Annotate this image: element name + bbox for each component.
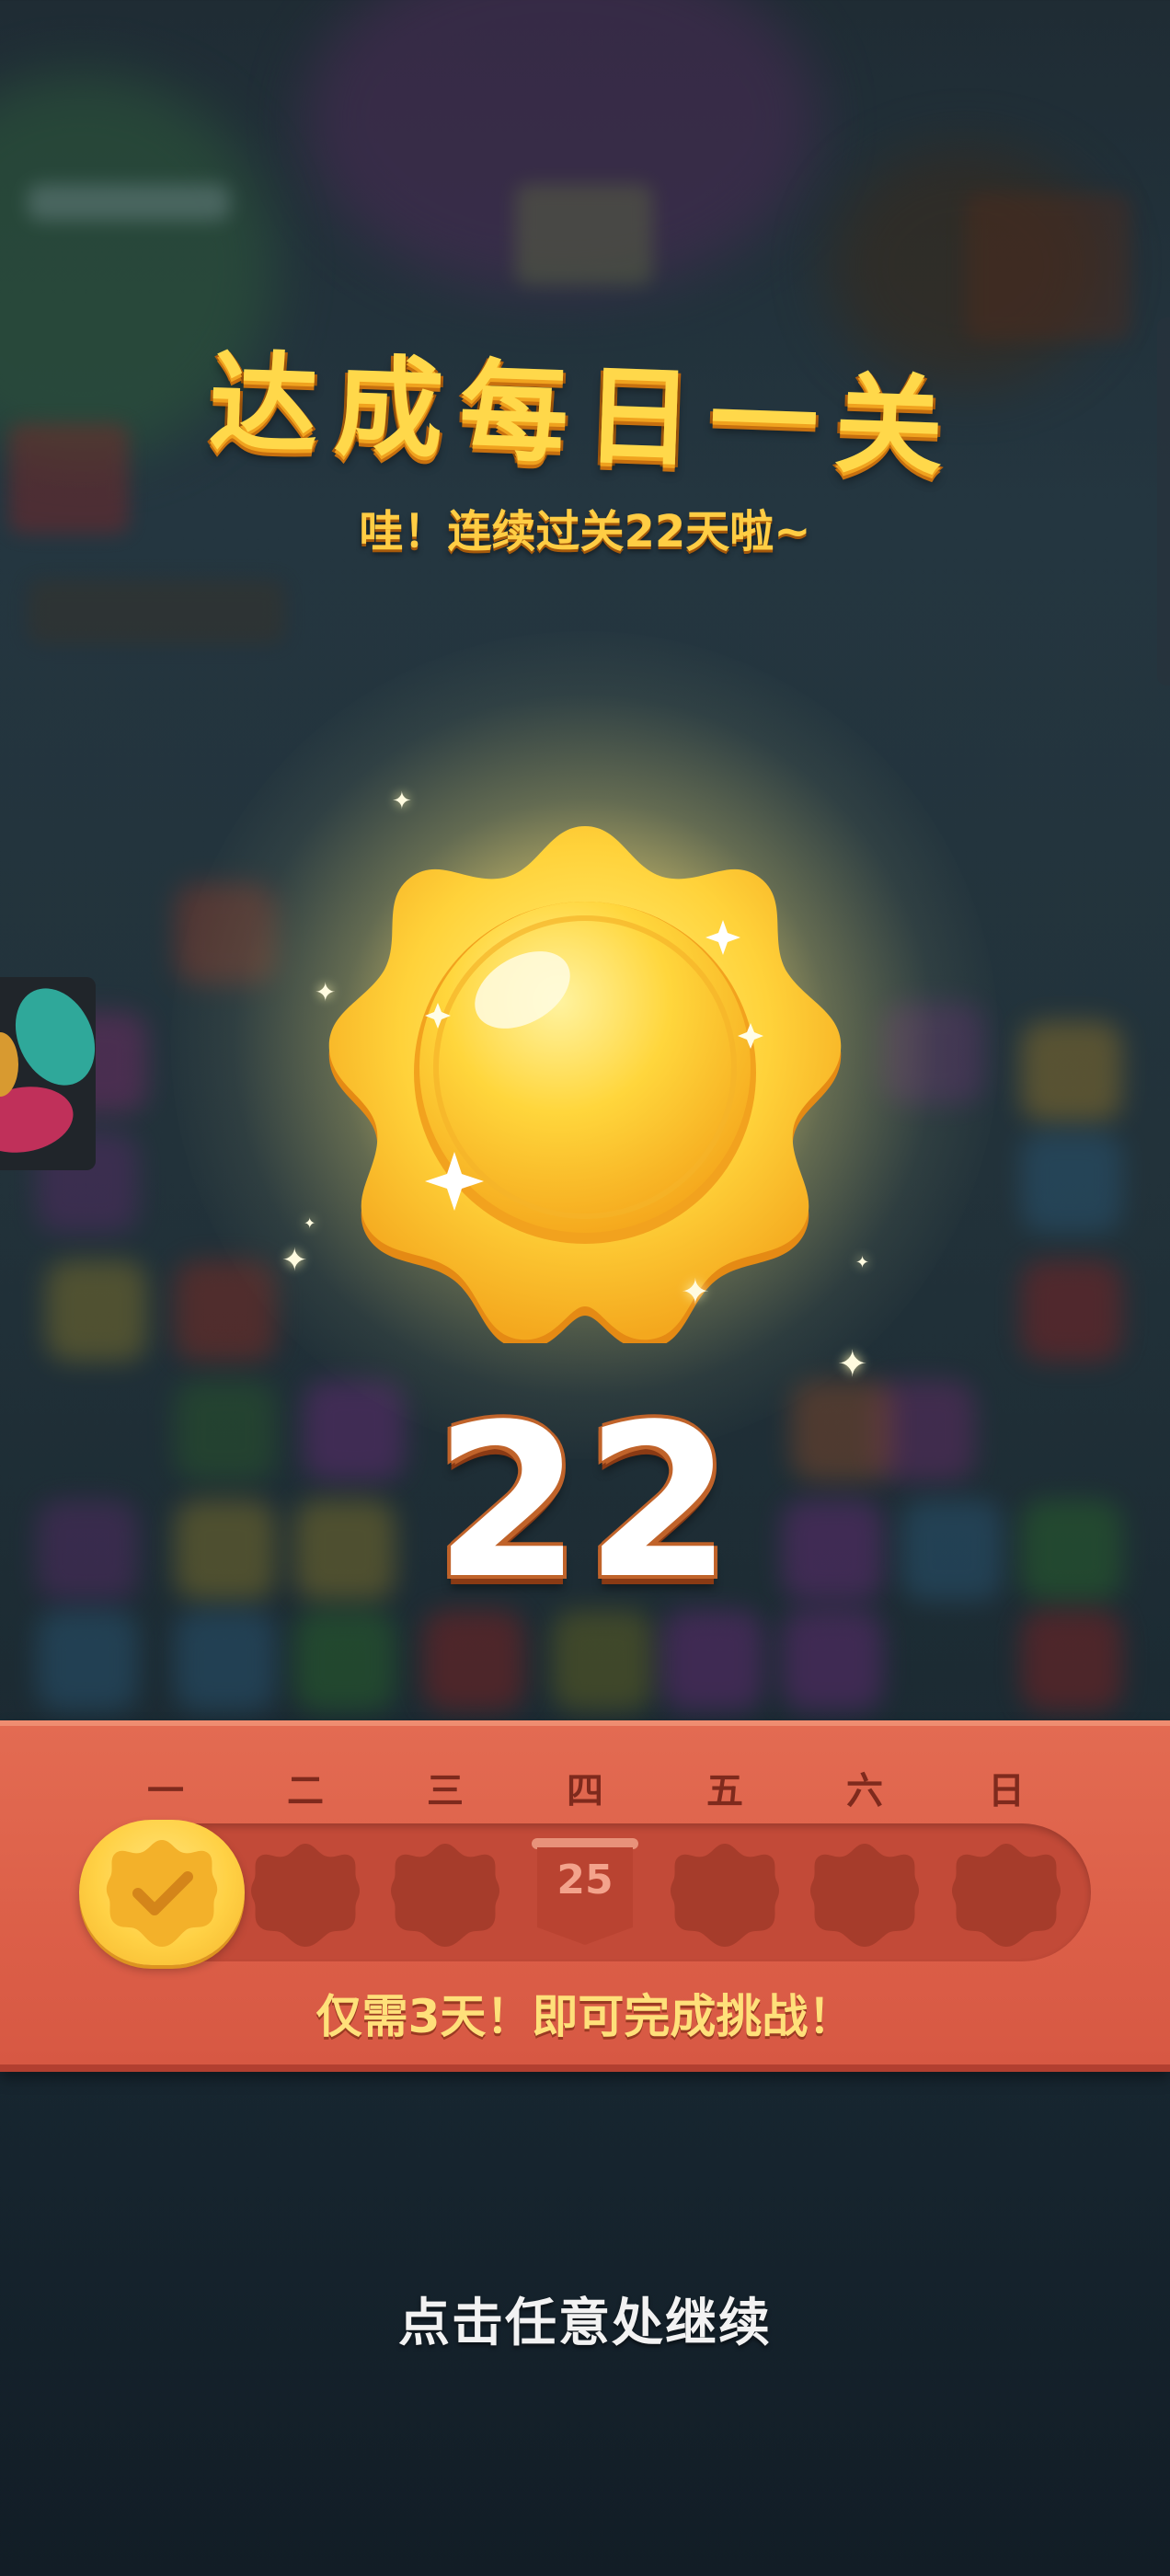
tap-to-continue[interactable]: 点击任意处继续 <box>0 2282 1170 2356</box>
logo-petal <box>0 1078 79 1161</box>
day-slot-locked <box>670 1840 780 1950</box>
day-slot-completed <box>79 1820 245 1965</box>
backdrop-hud <box>28 580 285 644</box>
challenge-message: 仅需3天！即可完成挑战！ <box>315 1990 855 2043</box>
logo-petal <box>0 1032 18 1097</box>
backdrop-tile <box>1021 1132 1122 1233</box>
backdrop-hud <box>28 184 230 221</box>
backdrop-tile <box>1021 1021 1122 1122</box>
side-app-widget[interactable] <box>0 977 96 1170</box>
day-slot-today[interactable]: 25 <box>532 1838 638 1954</box>
check-badge-icon <box>106 1840 218 1947</box>
sparkle-icon: ✦ <box>681 1271 710 1312</box>
weekday-label: 日 <box>988 1770 1025 1812</box>
backdrop-hud <box>966 193 1131 340</box>
backdrop-tile <box>46 1260 147 1362</box>
sparkle-icon: ✦ <box>281 1242 308 1279</box>
sun-badge-icon <box>318 810 852 1350</box>
weekday-label: 三 <box>427 1770 464 1812</box>
locked-day-icon <box>671 1844 779 1947</box>
day-slot-locked <box>250 1840 361 1950</box>
weekday-label: 四 <box>567 1770 603 1812</box>
day-slot-locked <box>390 1840 500 1950</box>
streak-subtitle: 哇！连续过关22天啦~ <box>359 506 811 558</box>
sparkle-icon: ✦ <box>392 788 412 815</box>
sparkle-icon: ✦ <box>304 1214 316 1232</box>
weekday-label: 五 <box>706 1770 743 1812</box>
streak-count: 22 <box>433 1380 737 1626</box>
locked-day-icon <box>952 1844 1061 1947</box>
locked-day-icon <box>810 1844 919 1947</box>
locked-day-icon <box>251 1844 360 1947</box>
day-slot-locked <box>951 1840 1061 1950</box>
today-date: 25 <box>556 1857 614 1903</box>
sparkle-icon: ✦ <box>315 977 337 1007</box>
day-slot-locked <box>809 1840 920 1950</box>
weekday-labels: 一 二 三 四 五 六 日 <box>0 1761 1170 1816</box>
sparkle-icon: ✦ <box>855 1253 870 1272</box>
backdrop-tile <box>1021 1260 1122 1362</box>
backdrop-hud <box>515 184 653 285</box>
weekday-label: 一 <box>147 1770 184 1812</box>
locked-day-icon <box>391 1844 499 1947</box>
weekday-label: 六 <box>846 1770 883 1812</box>
weekday-label: 二 <box>287 1770 324 1812</box>
weekly-progress-panel: 一 二 三 四 五 六 日 25 仅需3天！即可完成挑战！ <box>0 1720 1170 2072</box>
